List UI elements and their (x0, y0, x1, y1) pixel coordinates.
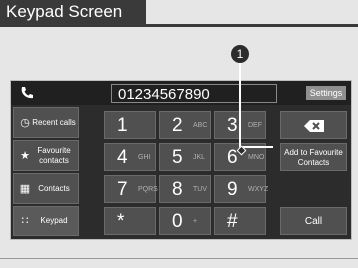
key-7[interactable]: 7 PQRS (104, 175, 158, 203)
sidebar-item-contacts[interactable]: ▦ Contacts (13, 173, 79, 204)
key-star[interactable]: * (104, 207, 156, 235)
key-letters: WXYZ (248, 186, 269, 193)
backspace-button[interactable] (280, 111, 347, 139)
sidebar-item-favourite-contacts[interactable]: ★ Favourite contacts (13, 140, 79, 171)
top-bar: 01234567890 Settings (11, 81, 351, 105)
key-digit: 1 (117, 115, 128, 136)
key-1[interactable]: 1 (104, 111, 156, 139)
call-button[interactable]: Call (280, 207, 347, 235)
key-digit: 5 (172, 147, 183, 168)
key-digit: # (227, 211, 238, 232)
page-title: Keypad Screen (0, 0, 146, 24)
key-letters: PQRS (138, 186, 158, 193)
dialed-number-field[interactable]: 01234567890 (111, 84, 277, 103)
add-to-favourite-button[interactable]: Add to Favourite Contacts (280, 143, 347, 171)
key-0[interactable]: 0 + (159, 207, 211, 235)
callout-line (239, 63, 241, 148)
title-divider (0, 24, 358, 27)
bottom-divider (0, 258, 358, 259)
sidebar-item-label: Keypad (40, 216, 68, 225)
key-letters: DEF (248, 122, 262, 129)
key-9[interactable]: 9 WXYZ (214, 175, 269, 203)
key-5[interactable]: 5 JKL (159, 143, 211, 171)
key-2[interactable]: 2 ABC (159, 111, 211, 139)
clock-icon: ◷ (20, 116, 30, 129)
key-letters: + (193, 218, 198, 225)
contacts-icon: ▦ (19, 182, 31, 195)
key-digit: 4 (117, 147, 128, 168)
key-letters: JKL (193, 154, 206, 161)
backspace-icon (303, 120, 324, 132)
sidebar-item-keypad[interactable]: ∷ Keypad (13, 206, 79, 236)
keypad-screen: 01234567890 Settings ◷ Recent calls ★ Fa… (10, 80, 352, 240)
settings-button[interactable]: Settings (306, 86, 346, 100)
key-hash[interactable]: # (214, 207, 266, 235)
star-icon: ★ (20, 149, 30, 162)
sidebar-item-recent-calls[interactable]: ◷ Recent calls (13, 107, 79, 138)
sidebar-item-label: Favourite contacts (37, 145, 71, 165)
key-letters: MNO (248, 154, 265, 161)
key-digit: 2 (172, 115, 183, 136)
key-digit: 3 (227, 115, 238, 136)
key-digit: * (117, 211, 125, 232)
key-digit: 7 (117, 179, 128, 200)
key-letters: GHI (138, 154, 151, 161)
sidebar-item-label: Recent calls (32, 117, 76, 127)
key-letters: ABC (193, 122, 208, 129)
callout-number: 1 (231, 45, 249, 63)
sidebar-item-label: Contacts (38, 183, 70, 193)
key-8[interactable]: 8 TUV (159, 175, 211, 203)
key-digit: 0 (172, 211, 183, 232)
keypad-icon: ∷ (21, 215, 29, 227)
key-letters: TUV (193, 186, 207, 193)
key-4[interactable]: 4 GHI (104, 143, 156, 171)
phone-icon (21, 87, 33, 99)
key-digit: 9 (227, 179, 238, 200)
key-digit: 8 (172, 179, 183, 200)
